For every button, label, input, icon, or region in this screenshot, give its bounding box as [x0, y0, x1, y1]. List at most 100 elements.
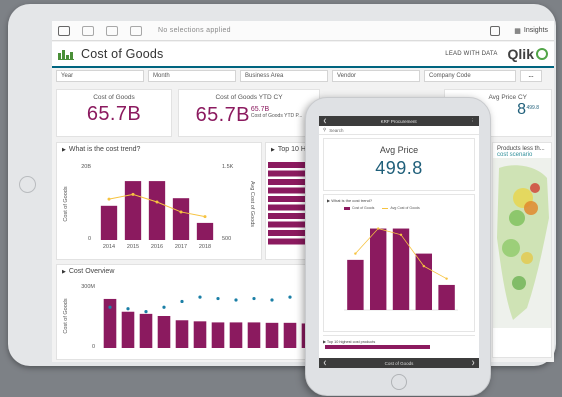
bar: [229, 322, 243, 348]
sheet-title-bar: Cost of Goods LEAD WITH DATA Qlik: [52, 42, 554, 68]
panel-title: What is the cost trend?: [331, 198, 373, 203]
filter-more-button[interactable]: ...: [520, 70, 542, 82]
line-point: [399, 233, 403, 236]
bar: [157, 316, 171, 348]
line-point: [179, 210, 183, 214]
y-tick-label: 0: [92, 344, 95, 350]
line-point: [155, 200, 159, 204]
bar: [415, 253, 433, 310]
kpi-cost-of-goods[interactable]: Cost of Goods 65.7B: [56, 89, 172, 137]
phone-subpanel-bar: [325, 345, 430, 349]
line-point: [377, 227, 380, 230]
y2-tick-label: 500: [222, 236, 231, 242]
tagline: LEAD WITH DATA: [445, 51, 498, 57]
bar: [347, 259, 364, 310]
phone-top-bar: ❮ KRF Procurement ⋮: [319, 116, 479, 126]
filter-month[interactable]: Month: [148, 70, 236, 82]
bar: [211, 322, 225, 348]
kpi-label: Avg Price: [379, 145, 419, 155]
y-tick-label: 300M: [81, 284, 95, 290]
menu-icon[interactable]: ⋮: [471, 118, 476, 124]
filter-vendor[interactable]: Vendor: [332, 70, 420, 82]
bar: [139, 313, 153, 348]
line-point: [203, 215, 207, 219]
line-point: [131, 192, 135, 196]
data-point: [234, 298, 238, 302]
phone-trend-panel[interactable]: ▶ What is the cost trend? Cost of Goods …: [323, 194, 475, 332]
bar: [247, 322, 261, 348]
line-point: [445, 277, 448, 280]
filter-business-area[interactable]: Business Area: [240, 70, 328, 82]
bar: [438, 284, 455, 310]
bar: [196, 222, 214, 240]
next-sheet-icon[interactable]: ❯: [471, 360, 475, 366]
page-title: Cost of Goods: [81, 47, 164, 61]
bar: [121, 311, 135, 348]
y-axis-label: Cost of Goods: [63, 186, 69, 221]
data-point: [288, 295, 292, 299]
x-tick-label: 2015: [127, 244, 139, 250]
kpi-comparison: 65.7B Cost of Goods YTD P...: [250, 106, 303, 119]
bar: [148, 181, 166, 240]
y-axis-label: Cost of Goods: [63, 298, 69, 333]
search-icon[interactable]: ⚲: [323, 127, 326, 133]
kpi-cost-ytd[interactable]: Cost of Goods YTD CY 65.7B 65.7B Cost of…: [178, 89, 320, 137]
kpi-value: 499.8: [375, 158, 423, 178]
filter-company-code[interactable]: Company Code: [424, 70, 516, 82]
bar: [193, 321, 207, 348]
bar: [392, 228, 410, 310]
bar: [172, 198, 190, 240]
phone-toolbar: ⚲ Search: [319, 126, 479, 135]
no-selections-text: No selections applied: [158, 27, 231, 34]
filter-year[interactable]: Year: [56, 70, 144, 82]
bar: [369, 228, 387, 310]
qlik-logo: Qlik: [508, 46, 548, 62]
y2-axis-label: Avg Cost of Goods: [249, 181, 255, 227]
tablet-home-button[interactable]: [19, 176, 36, 193]
phone-home-button[interactable]: [391, 374, 407, 390]
kpi-comparison: 499.8: [526, 105, 539, 111]
x-tick-label: 2014: [103, 244, 115, 250]
cost-trend-panel[interactable]: ▶ What is the cost trend? Cost of Goods Av…: [56, 142, 262, 260]
data-point: [126, 307, 130, 311]
line-point: [354, 252, 357, 255]
kpi-value: 65.7B: [86, 103, 142, 125]
panel-title: Products less th...: [497, 146, 545, 152]
kpi-label: Cost of Goods YTD CY: [215, 94, 283, 101]
step-forward-icon[interactable]: [106, 25, 118, 36]
insights-icon: ▦: [514, 27, 521, 35]
data-point: [216, 296, 220, 301]
data-point: [144, 310, 148, 314]
selection-toolbar: No selections applied ▦ Insights: [52, 21, 554, 41]
data-point: [252, 296, 256, 301]
map-panel[interactable]: Products less th... cost scenario: [492, 142, 552, 358]
bar: [175, 320, 189, 348]
bar: [283, 322, 297, 348]
kpi-value: 8: [517, 101, 527, 118]
insights-label: Insights: [523, 27, 548, 34]
cost-trend-chart[interactable]: Cost of Goods Avg Cost of Goods 20B 0 1.5K 50…: [57, 156, 261, 254]
phone-bottom-nav: ❮ Cost of Goods ❯: [319, 358, 479, 368]
filter-bar: Year Month Business Area Vendor Company …: [52, 70, 554, 84]
bar-chart-icon: [58, 49, 74, 60]
step-back-icon[interactable]: [82, 25, 94, 36]
phone-app-title: KRF Procurement: [380, 118, 417, 124]
insights-button[interactable]: ▦ Insights: [514, 27, 548, 35]
kpi-label: Cost of Goods: [93, 94, 135, 101]
smart-search-icon[interactable]: [58, 25, 70, 36]
phone-screen: ❮ KRF Procurement ⋮ ⚲ Search Avg Price 4…: [319, 116, 479, 368]
line-point: [107, 197, 111, 201]
clear-selections-icon[interactable]: [130, 25, 142, 36]
y2-tick-label: 1.5K: [222, 164, 234, 170]
kpi-value: 65.7B: [195, 104, 250, 126]
x-tick-label: 2018: [199, 244, 211, 250]
phone-kpi-avg-price[interactable]: Avg Price 499.8: [323, 138, 475, 191]
x-tick-label: 2016: [151, 244, 163, 250]
selections-tool-icon[interactable]: [490, 25, 501, 36]
map-visual[interactable]: [493, 158, 551, 328]
data-point: [270, 298, 274, 302]
data-point: [162, 305, 166, 309]
current-sheet-label: Cost of Goods: [384, 360, 414, 366]
phone-trend-chart[interactable]: [324, 210, 474, 322]
phone-search-label[interactable]: Search: [329, 128, 343, 133]
